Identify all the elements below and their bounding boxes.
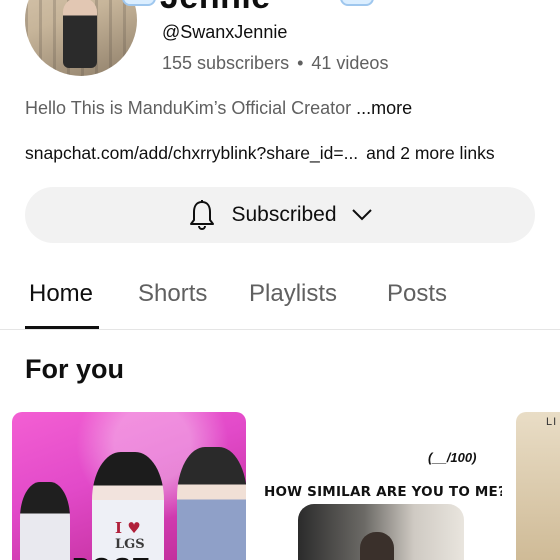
channel-handle: @SwanxJennie bbox=[162, 22, 288, 42]
shirt-print-line: LGS bbox=[115, 537, 145, 552]
quiz-score-text: (__/100) bbox=[428, 450, 477, 465]
description-text: Hello This is ManduKim’s Official Creato… bbox=[25, 98, 352, 118]
tab-playlists[interactable]: Playlists bbox=[249, 280, 337, 308]
subscriber-count: 155 subscribers bbox=[162, 53, 290, 73]
channel-description[interactable]: Hello This is ManduKim’s Official Creato… bbox=[25, 98, 412, 119]
video-card[interactable]: LI bbox=[516, 412, 560, 560]
photo-silhouette bbox=[360, 532, 394, 560]
cloud-emoji-right bbox=[340, 0, 374, 6]
shirt-print-line: I ♥ bbox=[115, 519, 141, 537]
cloud-emoji-left bbox=[122, 0, 156, 6]
thumbnail-figure bbox=[20, 482, 70, 560]
tab-shorts[interactable]: Shorts bbox=[138, 280, 207, 308]
thumbnail-figure bbox=[177, 447, 246, 560]
quiz-title-text: HOW SIMILAR ARE YOU TO ME? bbox=[264, 484, 502, 500]
active-tab-indicator bbox=[25, 326, 99, 329]
tab-home[interactable]: Home bbox=[29, 280, 93, 308]
channel-stats: 155 subscribers • 41 videos bbox=[162, 53, 388, 74]
video-card[interactable]: (__/100) HOW SIMILAR ARE YOU TO ME? bbox=[258, 412, 502, 560]
shirt-print: I ♥ LGS bbox=[115, 519, 145, 552]
video-card[interactable]: I ♥ LGS POST bbox=[12, 412, 246, 560]
section-title: For you bbox=[25, 354, 124, 384]
description-more-link[interactable]: ...more bbox=[356, 98, 412, 118]
tab-posts[interactable]: Posts bbox=[387, 280, 447, 308]
subscribed-label: Subscribed bbox=[231, 203, 337, 226]
stats-separator: • bbox=[297, 53, 304, 73]
channel-tabs: Home Shorts Playlists Posts bbox=[0, 260, 560, 330]
subscribed-button[interactable]: Subscribed bbox=[25, 187, 535, 243]
video-count: 41 videos bbox=[311, 53, 389, 73]
channel-avatar[interactable] bbox=[25, 0, 137, 76]
thumbnail-corner-text: LI bbox=[546, 416, 558, 428]
thumbnail-overlay-text: POST bbox=[72, 552, 151, 560]
avatar-figure bbox=[63, 0, 97, 68]
chevron-down-icon bbox=[351, 209, 372, 221]
channel-links[interactable]: snapchat.com/add/chxrryblink?share_id=..… bbox=[25, 143, 495, 164]
channel-link[interactable]: snapchat.com/add/chxrryblink?share_id=..… bbox=[25, 143, 358, 164]
more-links-link[interactable]: and 2 more links bbox=[366, 143, 494, 164]
channel-name: Jennie bbox=[160, 0, 271, 17]
quiz-photo bbox=[298, 504, 464, 560]
bell-icon bbox=[190, 200, 215, 231]
